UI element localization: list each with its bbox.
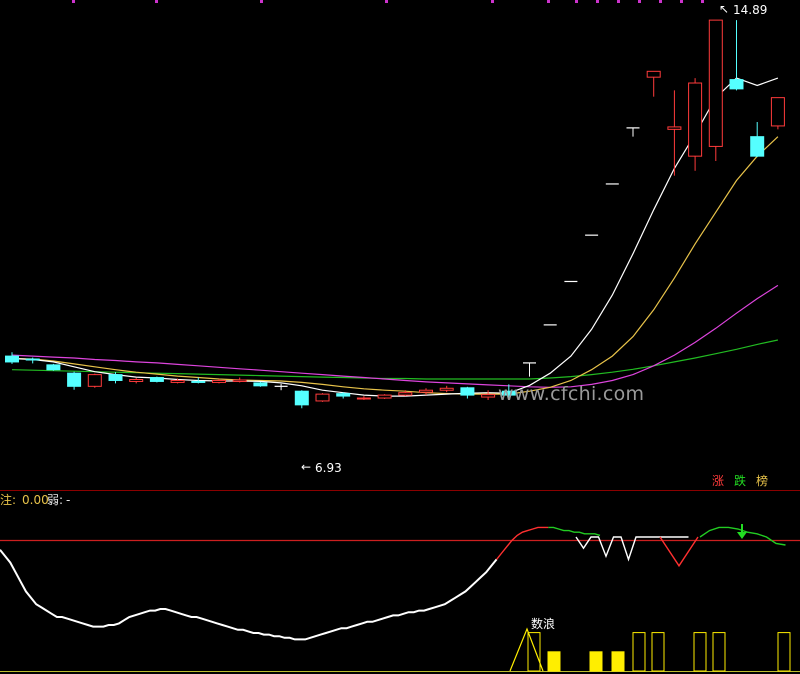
candle-body-2 [46, 364, 61, 371]
candlesticks [5, 19, 785, 409]
candle-body-36 [750, 136, 765, 157]
candle-body-16 [336, 393, 351, 397]
main-line-high [548, 526, 601, 537]
main-line-low [0, 549, 498, 641]
indicator-lines [0, 526, 786, 672]
indicator-header-label: 注: [0, 493, 17, 507]
candle-body-33 [688, 82, 703, 157]
top-marker-dot-9 [638, 0, 641, 3]
top-marker-dot-12 [701, 0, 704, 3]
indicator-bar-7 [712, 632, 726, 672]
indicator-bar-8 [777, 632, 791, 672]
candle-body-10 [212, 379, 226, 383]
ma5-line [11, 77, 779, 397]
candle-body-4 [87, 374, 102, 387]
top-marker-dot-7 [596, 0, 599, 3]
indicator-bar-2 [589, 651, 603, 672]
candle-body-14 [294, 390, 309, 406]
candle-body-19 [398, 392, 413, 396]
candle-body-37 [770, 97, 785, 127]
top-marker-dot-0 [72, 0, 75, 3]
candle-body-32 [667, 126, 682, 130]
candle-body-7 [149, 377, 164, 382]
indicator-bar-6 [693, 632, 707, 672]
indicator-bar-5 [651, 632, 665, 672]
candle-body-31 [646, 70, 661, 78]
indicator-bar-1 [547, 651, 561, 672]
indicator-bar-3 [611, 651, 625, 672]
candle-body-5 [108, 374, 123, 381]
low-price-label: 6.93 [315, 461, 342, 475]
top-marker-dot-10 [659, 0, 662, 3]
top-marker-dot-1 [155, 0, 158, 3]
indicator-bar-4 [632, 632, 646, 672]
high-price-arrow: ↖ [719, 2, 730, 16]
candle-body-34 [708, 19, 723, 147]
indicator-weak-label: 弱: [47, 493, 64, 507]
indicator-bars [527, 632, 791, 672]
top-marker-dot-11 [680, 0, 683, 3]
candle-body-0 [5, 355, 19, 363]
candle-body-18 [377, 394, 392, 399]
rank-badge[interactable]: 榜 [756, 474, 768, 488]
low-price-arrow: ← [301, 460, 312, 474]
candle-body-12 [253, 382, 268, 387]
wave-annotation: 数浪 [531, 617, 556, 631]
candle-body-6 [129, 378, 144, 382]
red-valley-line [659, 536, 699, 568]
candle-body-23 [481, 394, 496, 398]
candle-body-17 [356, 397, 371, 400]
top-marker-dot-2 [260, 0, 263, 3]
candle-body-1 [25, 358, 40, 361]
candle-body-11 [232, 379, 247, 382]
indicator-bar-0 [527, 632, 541, 672]
wave-wedge [509, 627, 544, 672]
top-marker-dot-3 [385, 0, 388, 3]
candle-body-22 [460, 387, 475, 396]
candle-body-3 [67, 372, 82, 387]
candle-body-15 [315, 393, 330, 402]
arrow-head [737, 532, 747, 539]
candle-body-9 [191, 380, 206, 383]
fall-badge[interactable]: 跌 [734, 474, 746, 488]
ma60-line [11, 339, 779, 380]
top-marker-dot-8 [617, 0, 620, 3]
candle-body-35 [729, 79, 744, 90]
candle-body-8 [170, 379, 185, 383]
candle-body-20 [419, 389, 433, 393]
indicator-header-value: 0.00 [22, 493, 49, 507]
stock-chart-canvas[interactable] [0, 0, 800, 674]
indicator-weak-value: - [66, 493, 71, 507]
top-marker-dot-6 [575, 0, 578, 3]
top-marker-dots [72, 0, 704, 3]
main-line-rise [496, 526, 549, 560]
high-price-label: 14.89 [733, 3, 768, 17]
rise-badge[interactable]: 涨 [712, 474, 724, 488]
top-marker-dot-5 [547, 0, 550, 3]
watermark-text: www.cfchi.com [498, 383, 645, 405]
moving-average-lines [11, 77, 779, 397]
ma10-line [11, 136, 779, 395]
top-marker-dot-4 [491, 0, 494, 3]
candle-body-21 [439, 387, 454, 391]
